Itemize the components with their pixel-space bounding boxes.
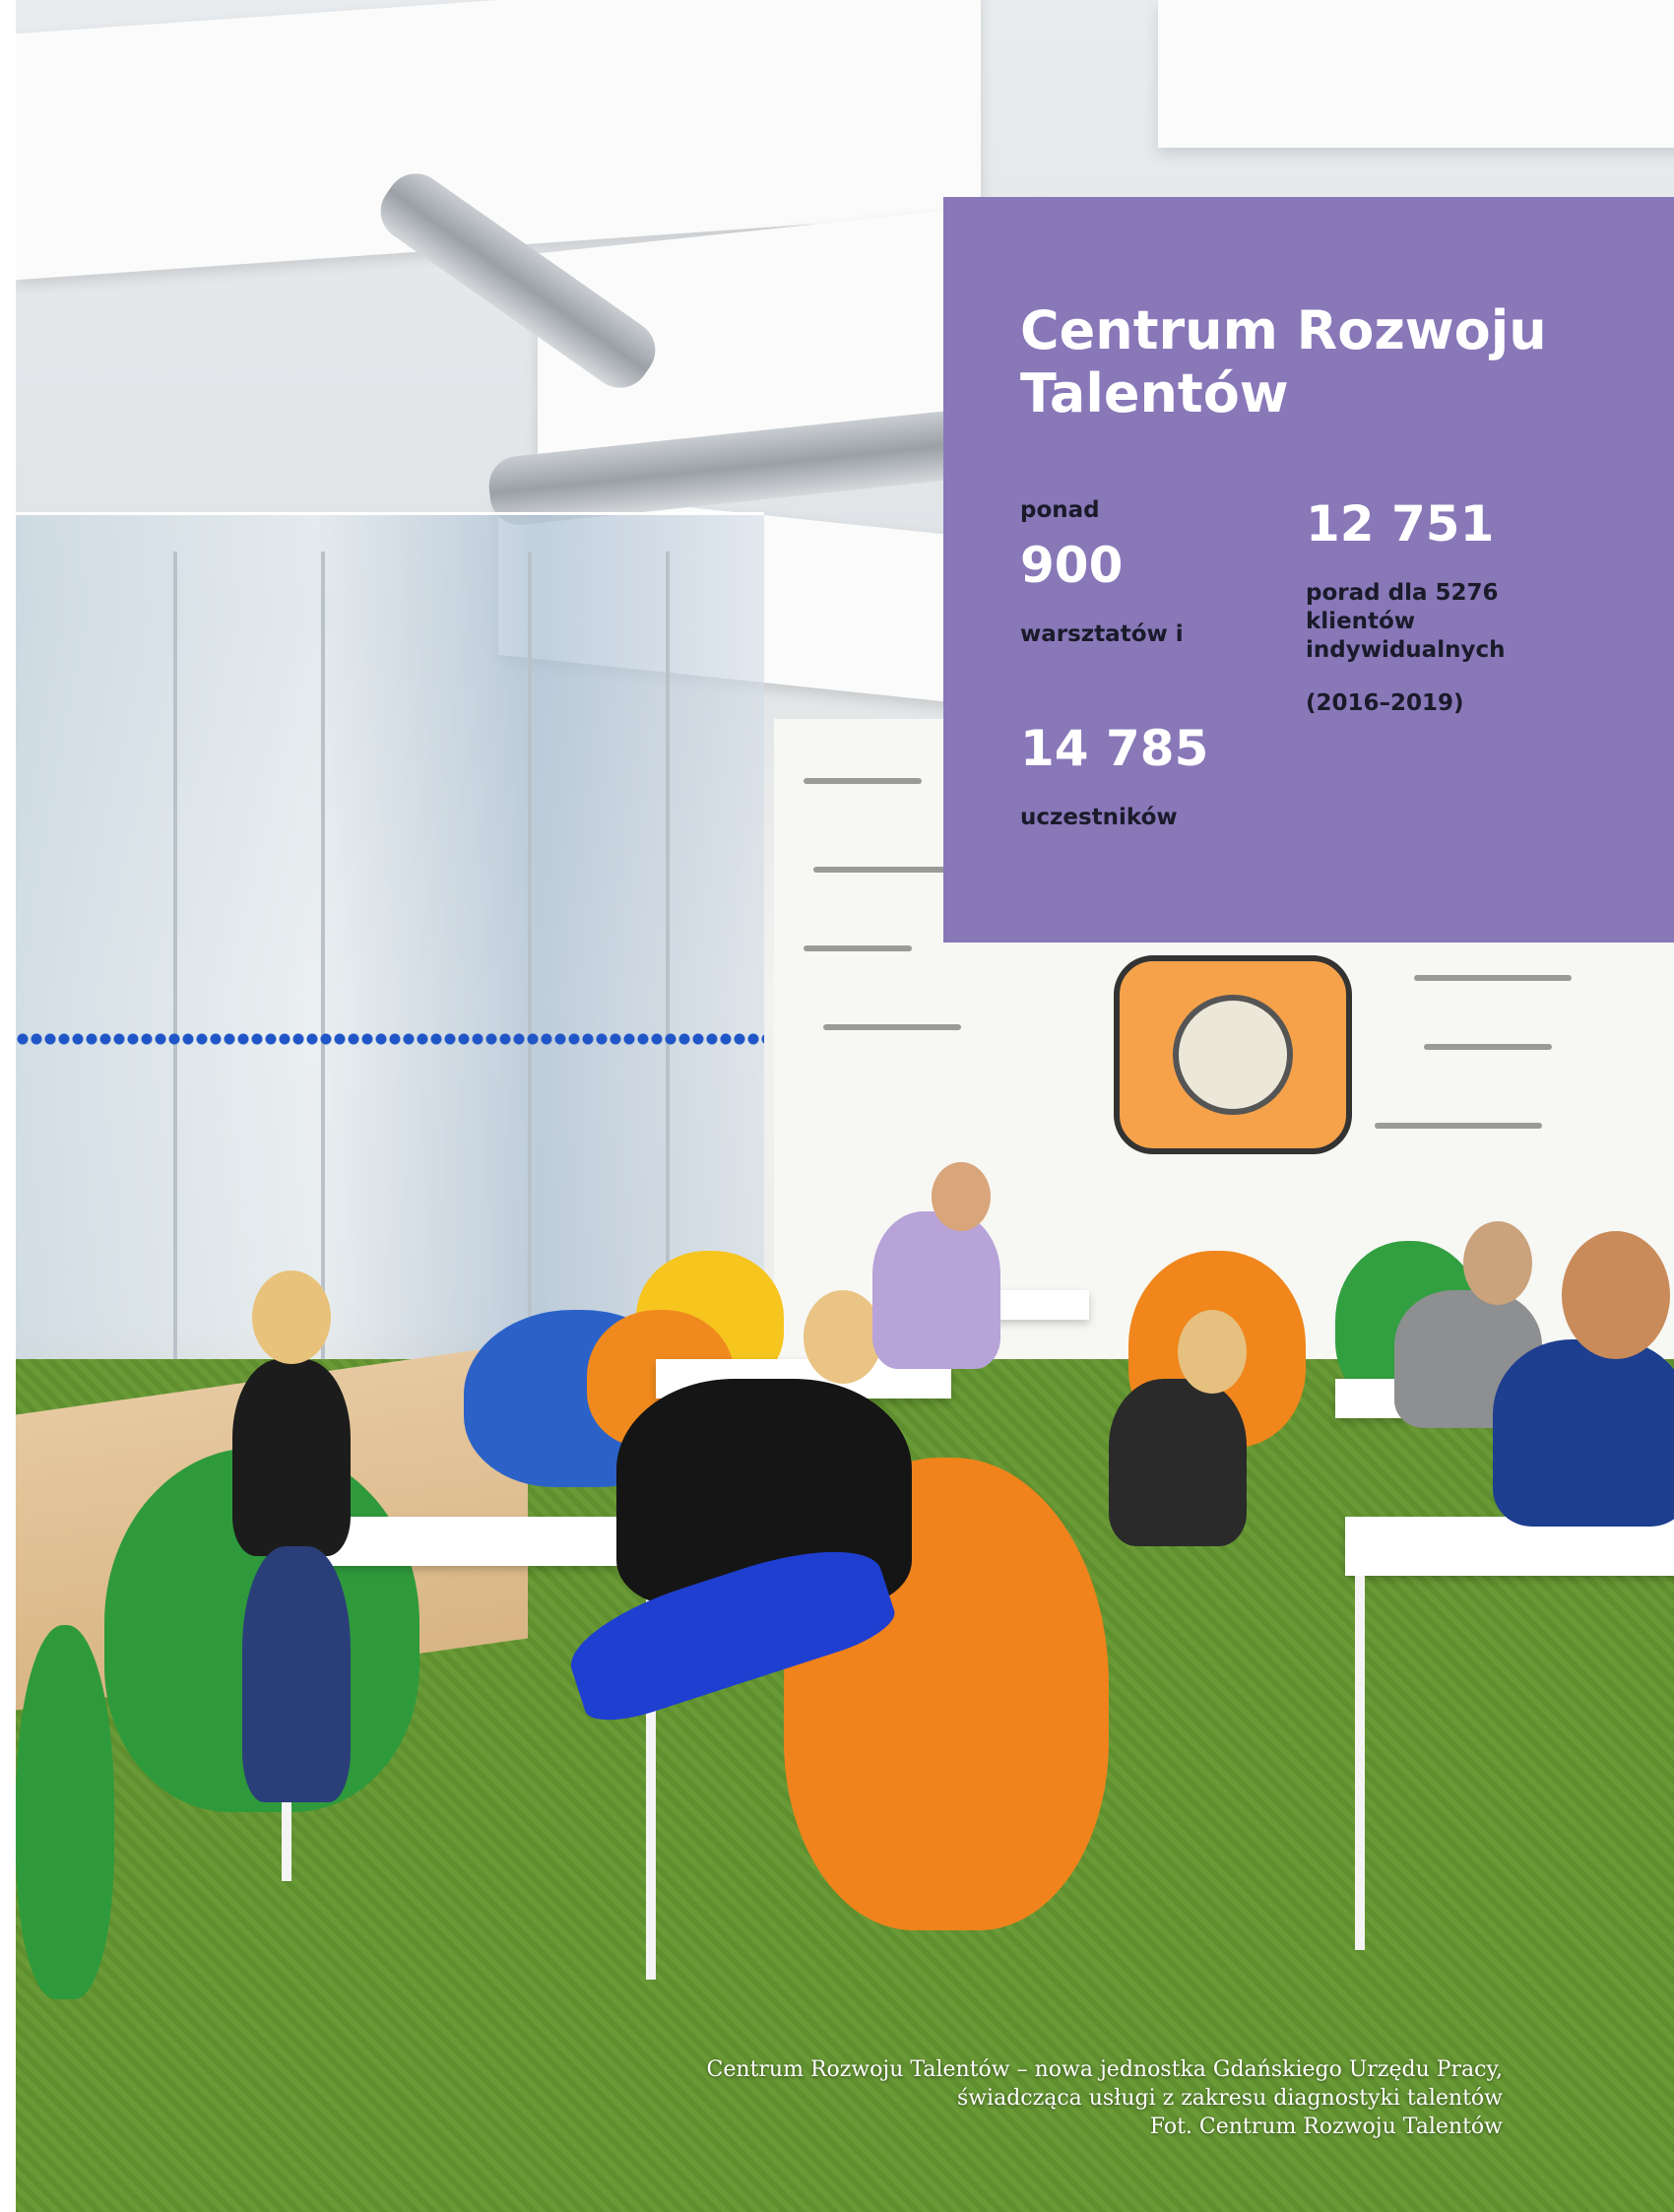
photo-caption: Centrum Rozwoju Talentów – nowa jednostk… <box>616 2055 1503 2141</box>
ceiling-panel <box>1158 0 1674 148</box>
advice-label: porad dla 5276 klientów indywidualnych <box>1306 580 1506 663</box>
caption-line3: Fot. Centrum Rozwoju Talentów <box>1149 2114 1503 2139</box>
mural-scribble <box>813 867 961 873</box>
person-blue-top <box>1493 1339 1674 1527</box>
person-head <box>1463 1221 1532 1305</box>
mural-scribble <box>1375 1123 1542 1129</box>
dotted-stripe <box>16 1032 764 1046</box>
glass-mullion <box>321 552 325 1399</box>
glass-mullion <box>528 552 532 1399</box>
person-head <box>1562 1231 1670 1359</box>
person-head <box>932 1162 991 1231</box>
person-black-top <box>232 1359 351 1556</box>
caption-line2: świadcząca usługi z zakresu diagnostyki … <box>956 2086 1503 2111</box>
person-head <box>1178 1310 1247 1394</box>
workshops-prefix: ponad <box>1020 497 1100 523</box>
glass-mullion <box>173 552 177 1399</box>
caption-line1: Centrum Rozwoju Talentów – nowa jednostk… <box>706 2057 1503 2082</box>
person-head <box>252 1270 331 1364</box>
panel-title-line2: Talentów <box>1020 362 1289 424</box>
participants-value: 14 785 <box>1020 720 1209 777</box>
statistics-panel: Centrum Rozwoju Talentów ponad 900 warsz… <box>943 197 1674 943</box>
mural-scribble <box>1424 1044 1552 1050</box>
workshops-label: warsztatów i <box>1020 621 1184 647</box>
person-patterned-trousers <box>242 1546 351 1802</box>
table-leg <box>1355 1576 1365 1950</box>
panel-title-line1: Centrum Rozwoju <box>1020 299 1547 361</box>
person-seated-floor <box>1109 1379 1247 1546</box>
panel-title: Centrum Rozwoju Talentów <box>1020 299 1611 425</box>
mural-scribble <box>804 945 912 951</box>
mural-scribble <box>1414 975 1572 981</box>
mural-scribble <box>804 778 922 784</box>
person-lilac-shirt <box>872 1211 1000 1369</box>
participants-label: uczestników <box>1020 805 1178 830</box>
person-head <box>804 1290 882 1384</box>
green-beanbag <box>16 1625 114 1999</box>
compass-drawing <box>1173 995 1293 1115</box>
advice-value: 12 751 <box>1306 495 1495 553</box>
period-label: (2016–2019) <box>1306 690 1464 716</box>
workshops-value: 900 <box>1020 537 1124 594</box>
mural-scribble <box>823 1024 961 1030</box>
